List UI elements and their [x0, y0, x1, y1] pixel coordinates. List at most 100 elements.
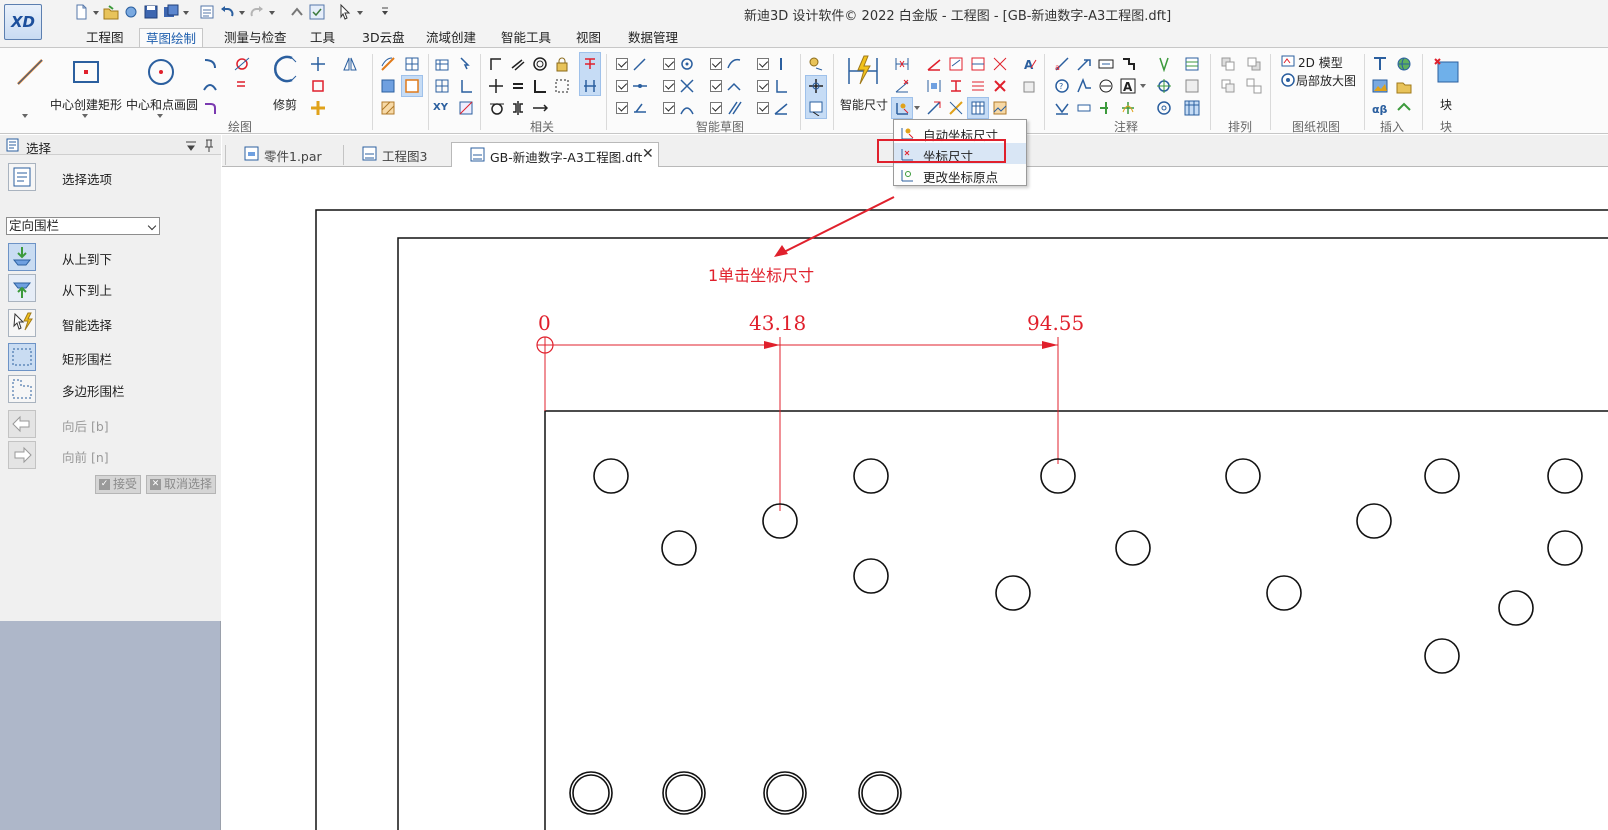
save-icon[interactable]: [142, 3, 160, 21]
smart-select-row[interactable]: 智能选择: [0, 307, 221, 337]
trim-button[interactable]: 修剪: [273, 96, 297, 113]
tab-sketch[interactable]: 草图绘制: [139, 28, 204, 48]
hole[interactable]: [853, 558, 889, 594]
sketch-options-icon[interactable]: [808, 56, 824, 72]
pane-menu-icon[interactable]: [184, 138, 200, 154]
dimension-table-icon[interactable]: [970, 100, 986, 116]
menu-item-change-origin[interactable]: 更改坐标原点: [894, 164, 1026, 185]
folder-link-icon[interactable]: [1396, 78, 1412, 94]
concentric-icon[interactable]: [532, 56, 548, 72]
select-tool-dropdown-icon[interactable]: [356, 3, 364, 21]
hole[interactable]: [1115, 530, 1151, 566]
hole[interactable]: [572, 774, 610, 812]
2d-model-button[interactable]: 2D 模型: [1298, 54, 1343, 71]
corner-icon[interactable]: [458, 78, 474, 94]
equal-icon[interactable]: [510, 78, 526, 94]
ungroup-icon[interactable]: [1246, 78, 1262, 94]
extend-icon[interactable]: [310, 56, 326, 72]
smart-sketch-check-11[interactable]: [757, 80, 769, 92]
hole[interactable]: [1266, 575, 1302, 611]
collinear-icon[interactable]: [532, 100, 548, 116]
back-row[interactable]: 向后 [b]: [0, 408, 221, 438]
mirror-icon[interactable]: [342, 56, 358, 72]
text-box-icon[interactable]: A: [1120, 78, 1136, 94]
angular-coordinate-icon[interactable]: [926, 56, 942, 72]
dimension-axis-icon[interactable]: [948, 78, 964, 94]
arc-icon[interactable]: [202, 56, 218, 72]
check-icon[interactable]: [308, 3, 326, 21]
callout-icon[interactable]: [1098, 100, 1114, 116]
tab-drawing[interactable]: 工程图: [80, 28, 130, 48]
top-to-bottom-row[interactable]: 从上到下: [0, 241, 221, 271]
lock-icon[interactable]: [554, 56, 570, 72]
send-back-icon[interactable]: [1246, 56, 1262, 72]
dimension-image-icon[interactable]: [992, 100, 1008, 116]
block-label-icon[interactable]: [1076, 100, 1092, 116]
accept-button[interactable]: ✓ 接受: [95, 475, 142, 494]
smart-sketch-check-9[interactable]: [710, 102, 722, 114]
perpendicular-icon[interactable]: [488, 56, 504, 72]
tab-data-management[interactable]: 数据管理: [622, 28, 684, 48]
hole[interactable]: [995, 575, 1031, 611]
intersection-icon[interactable]: [679, 78, 695, 94]
weld-symbol-icon[interactable]: [1098, 78, 1114, 94]
text-dropdown-icon[interactable]: [1140, 84, 1146, 91]
doc-tab-drawing3[interactable]: 工程图3: [344, 142, 450, 167]
vertical-snap-icon[interactable]: [773, 56, 789, 72]
smart-sketch-check-8[interactable]: [710, 80, 722, 92]
doc-tab-part[interactable]: 零件1.par: [226, 142, 342, 167]
fill-icon[interactable]: [380, 78, 396, 94]
line-dropdown-icon[interactable]: [22, 114, 28, 121]
surface-texture-icon[interactable]: [1076, 78, 1092, 94]
dimension-recover-icon[interactable]: [992, 56, 1008, 72]
crosshair-icon[interactable]: [808, 78, 824, 94]
polygon-fence-row[interactable]: 多边形围栏: [0, 373, 221, 403]
tangent-relation-icon[interactable]: [488, 100, 504, 116]
pointer-icon[interactable]: [458, 56, 474, 72]
redo-dropdown-icon[interactable]: [268, 3, 276, 21]
coordinate-dimension-icon[interactable]: [894, 100, 910, 116]
angle-between-icon[interactable]: [894, 78, 910, 94]
detail-view-icon[interactable]: [1280, 72, 1296, 88]
coordinate-dimension-dropdown-icon[interactable]: [914, 106, 920, 113]
dimension-group-icon[interactable]: [970, 56, 986, 72]
hole[interactable]: [861, 774, 899, 812]
horizontal-vertical-icon[interactable]: [532, 78, 548, 94]
drawing-sheet[interactable]: 0 43.18 94.55: [222, 167, 1608, 830]
bottom-to-top-row[interactable]: 从下到上: [0, 272, 221, 302]
silhouette-icon[interactable]: [632, 100, 648, 116]
sketch-icon[interactable]: [380, 56, 396, 72]
center-circle-icon[interactable]: [145, 56, 177, 88]
hole[interactable]: [1547, 458, 1583, 494]
new-file-icon[interactable]: [72, 3, 90, 21]
tangent-icon[interactable]: [234, 56, 250, 72]
relation-assistant-icon[interactable]: [582, 56, 598, 72]
select-options-row[interactable]: 选择选项: [0, 161, 221, 191]
save-all-icon[interactable]: [162, 3, 180, 21]
parts-list-icon[interactable]: [1184, 56, 1200, 72]
symmetric-diameter-icon[interactable]: [926, 78, 942, 94]
feature-control-icon[interactable]: [1098, 56, 1114, 72]
endpoint-icon[interactable]: [632, 56, 648, 72]
midpoint-icon[interactable]: [632, 78, 648, 94]
center-point-icon[interactable]: [679, 56, 695, 72]
line-icon[interactable]: [14, 56, 46, 88]
parallel-snap-icon[interactable]: [726, 100, 742, 116]
table-format-icon[interactable]: [1184, 78, 1200, 94]
fence-mode-select[interactable]: 定向围栏: [6, 217, 160, 235]
region-icon[interactable]: [404, 78, 420, 94]
smart-sketch-check-7[interactable]: [710, 58, 722, 70]
center-mark-icon[interactable]: [1120, 100, 1136, 116]
2d-model-icon[interactable]: [1280, 54, 1296, 70]
dimension-delete-icon[interactable]: [992, 78, 1008, 94]
hole[interactable]: [1356, 503, 1392, 539]
smart-sketch-check-12[interactable]: [757, 102, 769, 114]
tab-measure[interactable]: 测量与检查: [218, 28, 293, 48]
datum-frame-icon[interactable]: [1120, 56, 1136, 72]
leader-icon[interactable]: a: [1054, 56, 1070, 72]
bolt-hole-circle-icon[interactable]: [1156, 78, 1172, 94]
tab-view[interactable]: 视图: [570, 28, 607, 48]
smart-sketch-check-2[interactable]: [616, 80, 628, 92]
smart-sketch-check-10[interactable]: [757, 58, 769, 70]
symbol-insert-icon[interactable]: αβ: [1372, 100, 1388, 116]
